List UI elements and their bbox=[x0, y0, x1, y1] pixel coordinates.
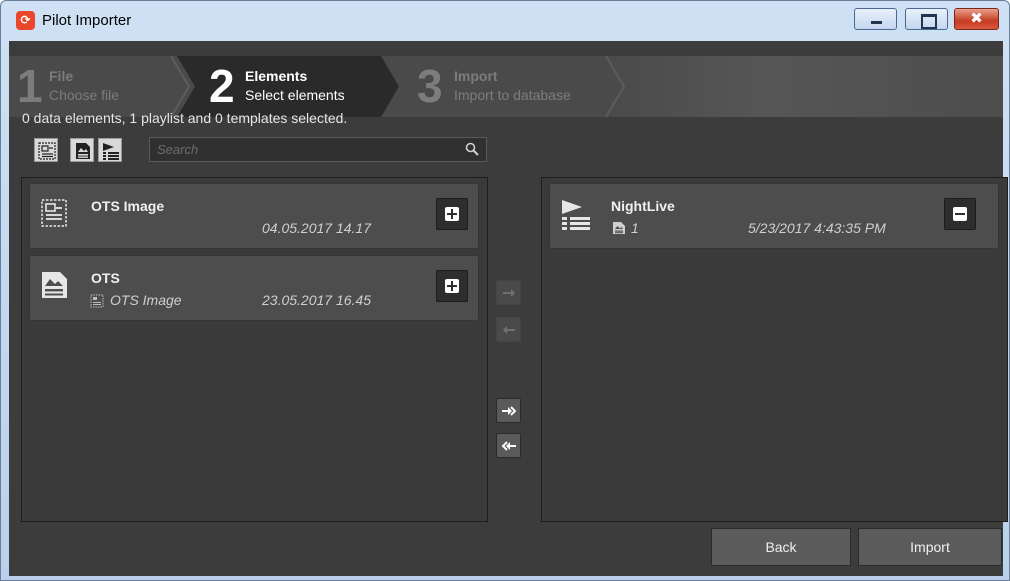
step-file: 1 File Choose file bbox=[9, 56, 189, 117]
data-element-small-icon bbox=[613, 222, 625, 234]
back-button[interactable]: Back bbox=[711, 528, 851, 566]
close-button[interactable]: ✖ bbox=[954, 8, 999, 30]
element-date: 23.05.2017 16.45 bbox=[262, 292, 371, 308]
move-left-icon bbox=[503, 326, 515, 334]
playlist-date: 5/23/2017 4:43:35 PM bbox=[748, 220, 886, 236]
template-filter-icon bbox=[38, 142, 56, 160]
playlist-filter-icon bbox=[103, 143, 119, 160]
remove-element-button[interactable] bbox=[944, 198, 976, 230]
plus-icon bbox=[445, 279, 459, 293]
step-title: File bbox=[49, 68, 74, 84]
plus-icon bbox=[445, 207, 459, 221]
element-name: OTS Image bbox=[91, 198, 165, 214]
element-name: OTS bbox=[91, 270, 120, 286]
template-small-icon bbox=[90, 294, 104, 308]
step-title: Import bbox=[454, 68, 498, 84]
step-title: Elements bbox=[245, 68, 308, 84]
pilot-logo-icon: ⟳ bbox=[16, 11, 35, 30]
wizard-steps: 1 File Choose file 2 Elements Select ele… bbox=[9, 56, 1003, 117]
move-all-left-button[interactable] bbox=[496, 433, 521, 458]
step-subtitle: Import to database bbox=[454, 87, 571, 103]
data-element-filter-icon bbox=[76, 143, 90, 159]
playlist-filter-button[interactable] bbox=[98, 138, 122, 162]
list-item[interactable]: NightLive 1 5/23/2017 4:43:35 PM bbox=[549, 183, 999, 249]
element-date: 04.05.2017 14.17 bbox=[262, 220, 371, 236]
add-element-button[interactable] bbox=[436, 198, 468, 230]
minimize-button[interactable] bbox=[854, 8, 897, 30]
template-icon bbox=[41, 199, 67, 227]
steps-background bbox=[603, 56, 1003, 117]
search-input[interactable] bbox=[150, 138, 460, 161]
move-left-button[interactable] bbox=[496, 317, 521, 342]
step-number: 3 bbox=[417, 60, 443, 112]
list-item[interactable]: OTS OTS Image 23.05.2017 16.45 bbox=[29, 255, 479, 321]
move-all-left-icon bbox=[501, 441, 516, 451]
move-all-right-button[interactable] bbox=[496, 398, 521, 423]
playlist-icon bbox=[562, 200, 590, 230]
move-all-right-icon bbox=[502, 406, 517, 416]
importer-content: 1 File Choose file 2 Elements Select ele… bbox=[9, 41, 1008, 576]
element-template: OTS Image bbox=[110, 292, 182, 308]
title-bar[interactable]: ⟳ Pilot Importer ✖ bbox=[1, 1, 1009, 41]
add-element-button[interactable] bbox=[436, 270, 468, 302]
step-number: 1 bbox=[17, 60, 43, 112]
step-number: 2 bbox=[209, 60, 235, 112]
step-elements: 2 Elements Select elements bbox=[177, 56, 399, 117]
maximize-icon bbox=[906, 9, 947, 29]
playlist-element-count: 1 bbox=[631, 220, 639, 236]
window-title: Pilot Importer bbox=[42, 12, 132, 29]
step-separator bbox=[170, 56, 191, 117]
step-subtitle: Choose file bbox=[49, 87, 120, 103]
list-item[interactable]: OTS Image 04.05.2017 14.17 bbox=[29, 183, 479, 249]
playlist-name: NightLive bbox=[611, 198, 675, 214]
import-button[interactable]: Import bbox=[858, 528, 1002, 566]
step-import: 3 Import Import to database bbox=[387, 56, 627, 117]
search-icon[interactable] bbox=[465, 142, 479, 156]
selection-summary: 0 data elements, 1 playlist and 0 templa… bbox=[22, 110, 348, 126]
search-box[interactable] bbox=[149, 137, 487, 162]
available-elements-list[interactable]: OTS Image 04.05.2017 14.17 OTS OTS Image… bbox=[21, 177, 488, 522]
move-right-icon bbox=[503, 289, 515, 297]
minimize-icon bbox=[855, 9, 896, 29]
minus-icon bbox=[953, 207, 967, 221]
data-element-filter-button[interactable] bbox=[70, 138, 94, 162]
maximize-button[interactable] bbox=[905, 8, 948, 30]
step-subtitle: Select elements bbox=[245, 87, 345, 103]
data-element-icon bbox=[42, 272, 67, 298]
template-filter-button[interactable] bbox=[34, 138, 58, 162]
move-right-button[interactable] bbox=[496, 280, 521, 305]
pilot-importer-window: ⟳ Pilot Importer ✖ 1 File Choose file 2 … bbox=[0, 0, 1010, 581]
close-icon: ✖ bbox=[970, 10, 983, 27]
selected-elements-list[interactable]: NightLive 1 5/23/2017 4:43:35 PM bbox=[541, 177, 1008, 522]
